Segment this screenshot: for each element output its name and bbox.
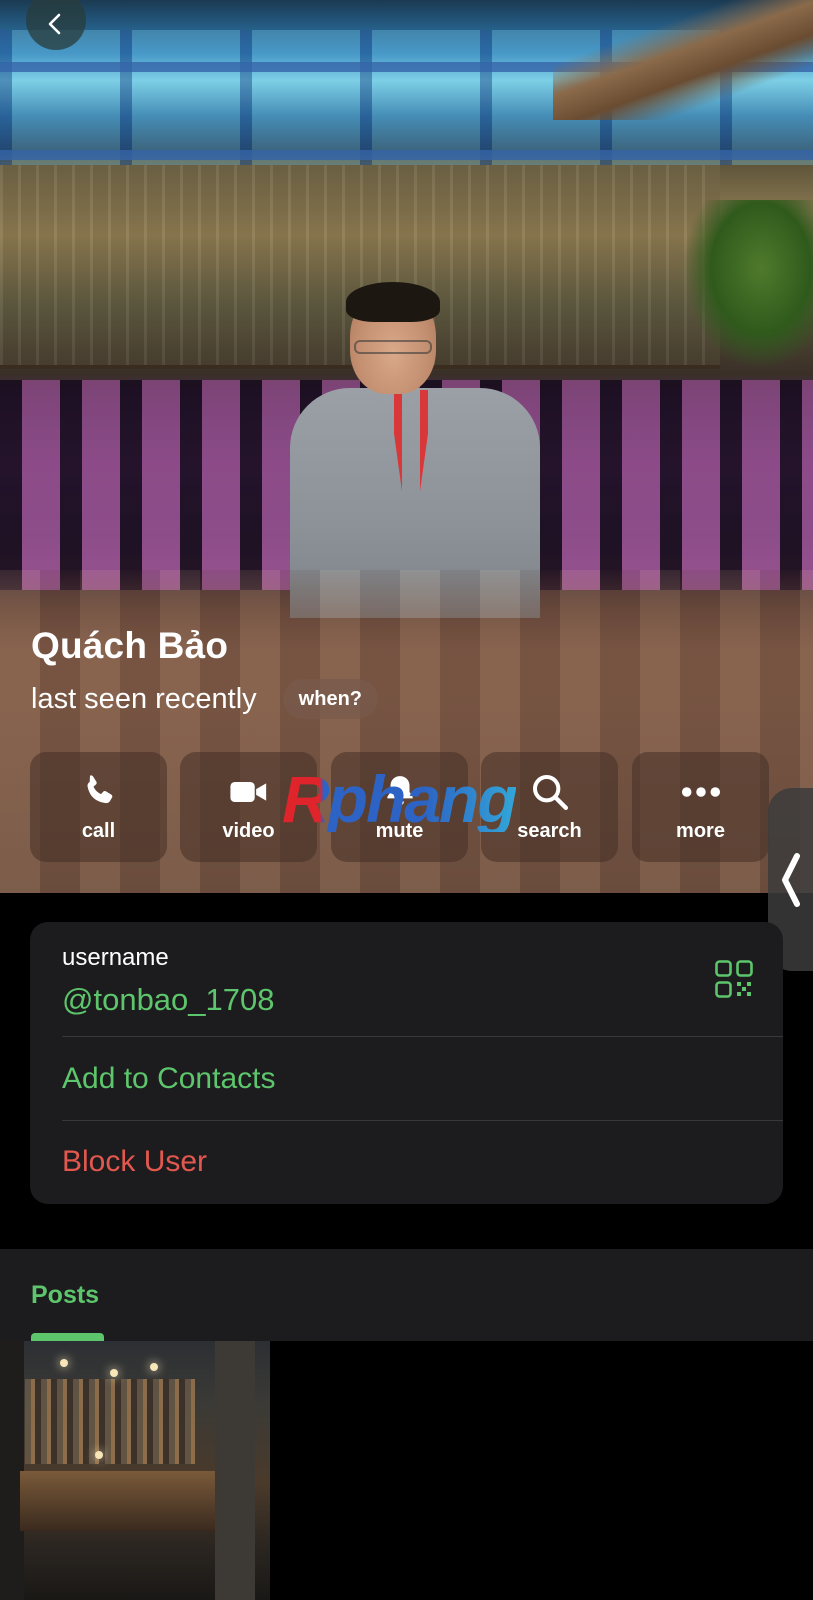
search-icon bbox=[530, 772, 570, 812]
post-thumbnail[interactable] bbox=[0, 1341, 270, 1600]
video-label: video bbox=[222, 819, 275, 842]
mute-button[interactable]: mute bbox=[331, 752, 468, 862]
last-seen-status: last seen recently bbox=[31, 682, 257, 715]
search-label: search bbox=[517, 819, 582, 842]
tab-bar: Posts bbox=[0, 1249, 813, 1341]
username-label: username bbox=[62, 944, 169, 971]
photo-background bbox=[683, 200, 813, 370]
bell-icon bbox=[380, 772, 420, 812]
action-bar: call video mute search more bbox=[30, 752, 813, 862]
block-user-button[interactable]: Block User bbox=[62, 1145, 207, 1179]
divider bbox=[62, 1036, 783, 1037]
call-button[interactable]: call bbox=[30, 752, 167, 862]
tab-indicator bbox=[31, 1333, 104, 1341]
add-to-contacts-button[interactable]: Add to Contacts bbox=[62, 1062, 275, 1096]
divider bbox=[62, 1120, 783, 1121]
more-dots-icon bbox=[681, 772, 721, 812]
chevron-left-icon bbox=[782, 852, 800, 907]
more-label: more bbox=[676, 819, 725, 842]
chevron-left-icon bbox=[48, 13, 61, 35]
profile-name: Quách Bảo bbox=[31, 625, 229, 666]
mute-label: mute bbox=[375, 819, 424, 842]
call-label: call bbox=[81, 819, 116, 842]
video-button[interactable]: video bbox=[180, 752, 317, 862]
tab-posts[interactable]: Posts bbox=[31, 1281, 99, 1310]
username-value[interactable]: @tonbao_1708 bbox=[62, 982, 275, 1018]
when-button[interactable]: when? bbox=[282, 679, 379, 719]
photo-background bbox=[553, 0, 813, 120]
search-button[interactable]: search bbox=[481, 752, 618, 862]
status-row: last seen recently when? bbox=[31, 679, 379, 719]
info-card: username @tonbao_1708 Add to Contacts Bl… bbox=[30, 922, 783, 1204]
qr-code-icon[interactable] bbox=[715, 960, 753, 998]
more-button[interactable]: more bbox=[632, 752, 769, 862]
photo-background bbox=[0, 150, 813, 160]
photo-subject bbox=[290, 280, 540, 618]
phone-icon bbox=[79, 772, 119, 812]
video-camera-icon bbox=[229, 772, 269, 812]
